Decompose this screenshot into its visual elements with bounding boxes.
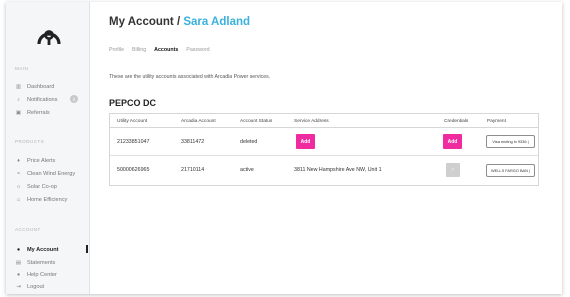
account-status-cell: active xyxy=(240,167,254,173)
section-title-account: ACCOUNT xyxy=(15,227,41,232)
help-icon: ● xyxy=(16,271,21,278)
arcadia-account-cell: 33811472 xyxy=(181,139,205,145)
tab-accounts[interactable]: Accounts xyxy=(154,47,178,53)
logout-icon: ⇥ xyxy=(16,283,21,290)
sidebar-item-label: Referrals xyxy=(27,109,50,116)
bell-icon: ♪ xyxy=(17,96,20,103)
sidebar-item-my-account[interactable]: ● My Account xyxy=(15,245,59,254)
section-title-main: MAIN xyxy=(15,66,29,71)
sidebar-item-label: My Account xyxy=(27,246,59,253)
home-icon: ⌂ xyxy=(16,196,21,203)
sidebar: MAIN ▥ Dashboard ♪ Notifications 0 ▣ Ref… xyxy=(6,2,90,294)
table-row: 50000626965 21710114 active 3811 New Ham… xyxy=(110,156,538,185)
section-title-products: PRODUCTS xyxy=(15,139,45,144)
tab-billing[interactable]: Billing xyxy=(132,47,146,53)
arcadia-account-cell: 21710114 xyxy=(181,167,205,173)
notifications-count-badge: 0 xyxy=(70,95,78,103)
credentials-check-icon[interactable]: ✓ xyxy=(446,163,460,177)
sidebar-item-dashboard[interactable]: ▥ Dashboard xyxy=(15,82,54,91)
utility-account-cell: 21233851047 xyxy=(117,139,150,145)
sidebar-item-statements[interactable]: ▤ Statements xyxy=(15,258,55,267)
service-address-cell: 3811 New Hampshire Ave NW, Unit 1 xyxy=(294,167,382,173)
page-title-prefix: My Account / xyxy=(109,16,184,28)
pin-icon: ♦ xyxy=(17,157,20,164)
gift-icon: ▣ xyxy=(15,109,22,116)
sidebar-item-referrals[interactable]: ▣ Referrals xyxy=(15,108,50,117)
sidebar-item-label: Help Center xyxy=(27,271,57,278)
sidebar-item-label: Logout xyxy=(27,283,45,290)
sidebar-item-label: Solar Co-op xyxy=(27,183,57,190)
sidebar-item-solar-co-op[interactable]: ☼ Solar Co-op xyxy=(15,182,57,191)
document-icon: ▤ xyxy=(15,259,22,266)
user-icon: ● xyxy=(16,246,21,253)
sidebar-item-help-center[interactable]: ● Help Center xyxy=(15,270,57,279)
wind-icon: ≈ xyxy=(16,170,21,177)
sidebar-item-notifications[interactable]: ♪ Notifications xyxy=(15,95,57,104)
sun-icon: ☼ xyxy=(15,183,22,190)
user-name: Sara Adland xyxy=(183,16,251,28)
column-header-credentials: Credentials xyxy=(444,119,469,124)
sidebar-item-home-efficiency[interactable]: ⌂ Home Efficiency xyxy=(15,195,67,204)
tab-profile[interactable]: Profile xyxy=(109,47,124,53)
accounts-table: Utility Account Arcadia Account Account … xyxy=(109,113,539,186)
column-header-account-status: Account Status xyxy=(240,119,273,124)
tab-password[interactable]: Password xyxy=(186,47,209,53)
payment-method-button[interactable]: WELLS FARGO BAN | xyxy=(486,164,535,177)
arcadia-logo-icon[interactable] xyxy=(35,22,63,50)
app-window: MAIN ▥ Dashboard ♪ Notifications 0 ▣ Ref… xyxy=(6,2,562,294)
sidebar-item-label: Price Alerts xyxy=(27,157,56,164)
column-header-service-address: Service Address xyxy=(294,119,329,124)
sidebar-item-price-alerts[interactable]: ♦ Price Alerts xyxy=(15,156,55,165)
intro-text: These are the utility accounts associate… xyxy=(109,74,271,80)
sidebar-item-label: Clean Wind Energy xyxy=(27,170,76,177)
main-content: My Account / Sara Adland Profile Billing… xyxy=(90,2,562,294)
account-tabs: Profile Billing Accounts Password xyxy=(109,47,210,53)
page-title: My Account / Sara Adland xyxy=(109,16,250,28)
column-header-utility-account: Utility Account xyxy=(117,119,148,124)
utility-account-cell: 50000626965 xyxy=(117,167,150,173)
column-header-arcadia-account: Arcadia Account xyxy=(181,119,216,124)
sidebar-item-label: Home Efficiency xyxy=(27,196,68,203)
active-indicator xyxy=(86,245,88,253)
sidebar-item-label: Dashboard xyxy=(27,83,55,90)
add-credentials-button[interactable]: Add xyxy=(443,134,462,149)
sidebar-item-logout[interactable]: ⇥ Logout xyxy=(15,282,44,291)
bar-chart-icon: ▥ xyxy=(15,83,22,90)
account-status-cell: deleted xyxy=(240,139,258,145)
add-service-address-button[interactable]: Add xyxy=(296,134,315,149)
table-header-row: Utility Account Arcadia Account Account … xyxy=(110,114,538,128)
sidebar-item-label: Statements xyxy=(27,259,56,266)
payment-method-button[interactable]: Visa ending in 9336 | xyxy=(486,135,535,148)
sidebar-item-label: Notifications xyxy=(27,96,58,103)
utility-name-heading: PEPCO DC xyxy=(109,98,157,108)
column-header-payment: Payment xyxy=(487,119,506,124)
table-row: 21233851047 33811472 deleted Add Add Vis… xyxy=(110,128,538,156)
sidebar-item-clean-wind-energy[interactable]: ≈ Clean Wind Energy xyxy=(15,169,75,178)
